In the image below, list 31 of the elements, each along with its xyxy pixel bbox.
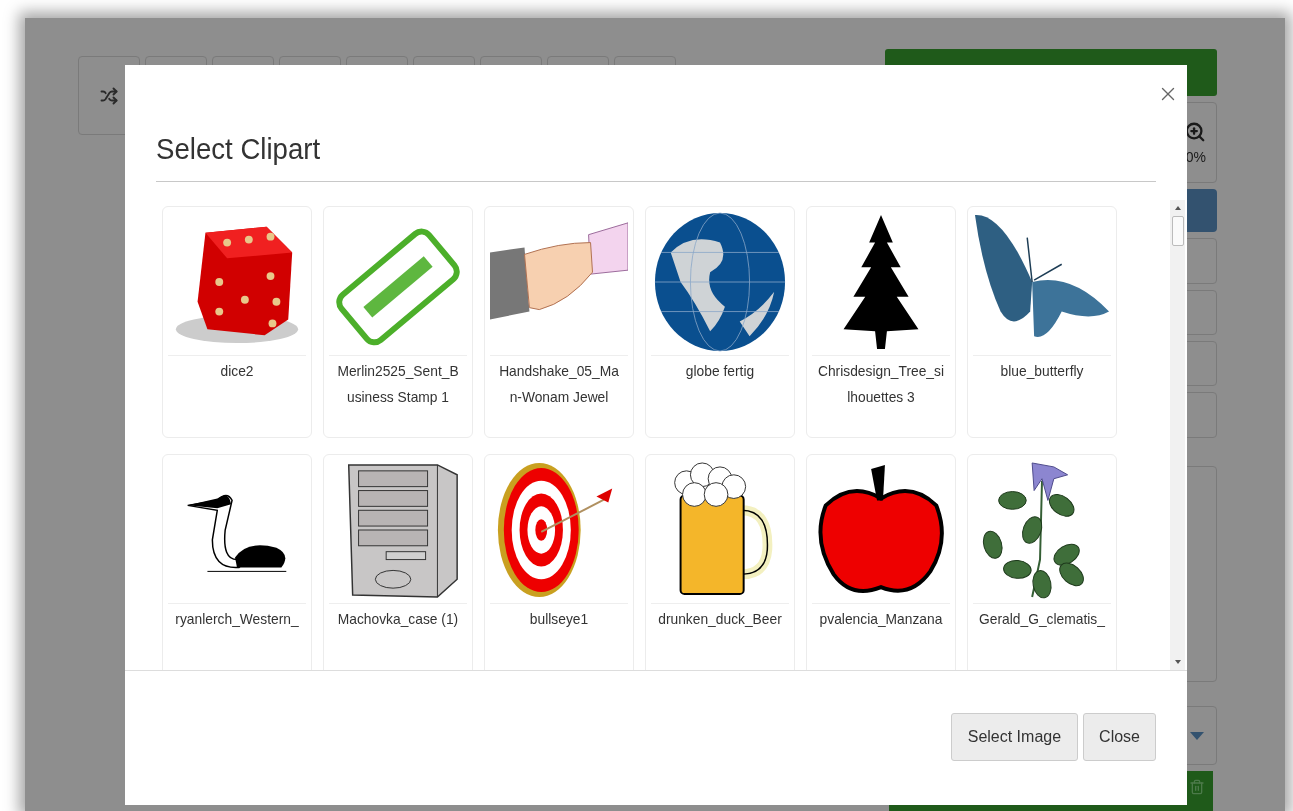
trash-icon <box>1189 779 1205 796</box>
zoom-icon <box>1184 120 1206 143</box>
clipart-card[interactable]: blue_butterfly <box>967 206 1117 438</box>
clipart-name: dice2 <box>219 361 255 381</box>
clipart-card[interactable]: globe fertig <box>645 206 795 438</box>
clipart-card[interactable]: bullseye1 <box>484 454 634 670</box>
clipart-card[interactable]: ryanlerch_Western_ <box>162 454 312 670</box>
select-image-button[interactable]: Select Image <box>950 713 1079 761</box>
clipart-name: drunken_duck_Beer <box>657 609 783 629</box>
clipart-card[interactable]: Chrisdesign_Tree_silhouettes 3 <box>806 206 956 438</box>
clipart-name: Machovka_case (1) <box>336 609 460 629</box>
clipart-card[interactable]: Merlin2525_Sent_Business Stamp 1 <box>323 206 473 438</box>
clipart-name: Merlin2525_Sent_Business Stamp 1 <box>336 361 460 407</box>
clipart-name: Gerald_G_clematis_ <box>978 609 1106 629</box>
clipart-card[interactable]: Gerald_G_clematis_ <box>967 454 1117 670</box>
clipart-name: blue_butterfly <box>999 361 1085 381</box>
clipart-name: ryanlerch_Western_ <box>174 609 300 629</box>
clipart-card[interactable]: dice2 <box>162 206 312 438</box>
clipart-name: Chrisdesign_Tree_silhouettes 3 <box>817 361 945 407</box>
clipart-name: bullseye1 <box>528 609 590 629</box>
close-dialog-button[interactable]: Close <box>1083 713 1156 761</box>
scrollbar[interactable] <box>1170 200 1185 670</box>
clipart-card[interactable]: Handshake_05_Man-Wonam Jewel <box>484 206 634 438</box>
clipart-name: pvalencia_Manzana <box>818 609 944 629</box>
dialog-title: Select Clipart <box>156 131 322 167</box>
clipart-card[interactable]: drunken_duck_Beer <box>645 454 795 670</box>
clipart-card[interactable]: pvalencia_Manzana <box>806 454 956 670</box>
clipart-name: globe fertig <box>684 361 756 381</box>
shuffle-icon <box>100 86 118 105</box>
clipart-card[interactable]: Machovka_case (1) <box>323 454 473 670</box>
clipart-name: Handshake_05_Man-Wonam Jewel <box>498 361 620 407</box>
